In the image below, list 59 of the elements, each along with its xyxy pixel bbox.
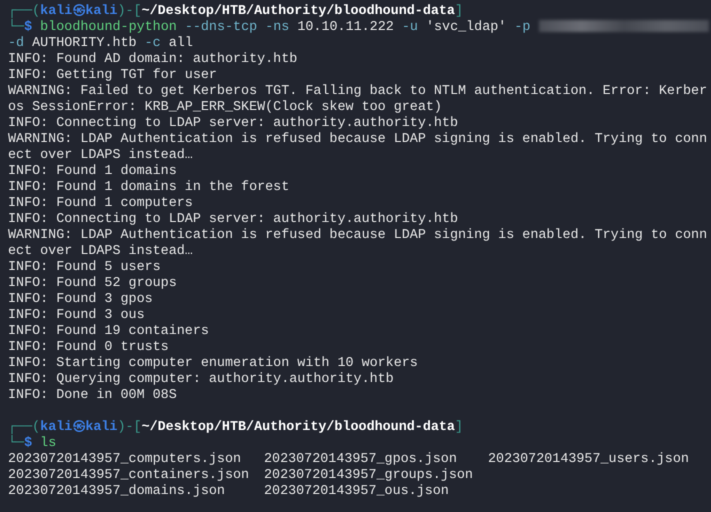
output-line: INFO: Found 1 domains in the forest (8, 180, 290, 196)
prompt-at-symbol: ㉿ (72, 420, 86, 435)
prompt-path: ~/Desktop/HTB/Authority/bloodhound-data (142, 4, 455, 19)
file-name: 20230720143957_groups.json (264, 468, 474, 484)
file-name: 20230720143957_computers.json (8, 452, 242, 468)
output-line: INFO: Found 52 groups (8, 276, 178, 292)
command-option: -c (144, 36, 161, 51)
output-line: INFO: Connecting to LDAP server: authority.authority.htb (8, 212, 459, 228)
prompt-frame: )-[ (117, 4, 142, 19)
command-argument: 10.10.11.222 (297, 20, 394, 35)
command-argument: all (168, 36, 193, 51)
prompt-frame: ] (454, 420, 464, 435)
output-line: INFO: Found 1 domains (8, 164, 178, 180)
output-line: WARNING: LDAP Authentication is refused because LDAP signing is enabled. Trying to conn (8, 132, 708, 148)
command-option: --dns-tcp (184, 20, 258, 35)
command-option: -ns (265, 20, 290, 35)
command-argument: 'svc_ldap' (426, 20, 506, 35)
prompt-host: kali (85, 4, 118, 19)
prompt-symbol: $ (24, 20, 32, 35)
command-option: -p (514, 20, 530, 35)
prompt-frame: )-[ (117, 420, 142, 435)
prompt-path: ~/Desktop/HTB/Authority/bloodhound-data (142, 420, 455, 435)
command-argument: AUTHORITY.htb (32, 36, 137, 51)
file-name: 20230720143957_users.json (488, 452, 690, 468)
output-line: INFO: Found 3 gpos (8, 292, 154, 308)
file-name: 20230720143957_domains.json (8, 484, 226, 500)
output-line: os SessionError: KRB_AP_ERR_SKEW(Clock skew too great) (8, 100, 443, 116)
prompt-frame: └─ (8, 436, 24, 451)
prompt-at-symbol: ㉿ (72, 4, 86, 19)
output-line: INFO: Found 5 users (8, 260, 162, 276)
output-line: INFO: Querying computer: authority.authority.htb (8, 372, 395, 388)
prompt-user: kali (40, 420, 72, 435)
output-line: INFO: Connecting to LDAP server: authority.authority.htb (8, 116, 459, 132)
output-line: INFO: Found 1 computers (8, 196, 194, 212)
file-name: 20230720143957_ous.json (264, 484, 450, 500)
command-name: ls (40, 436, 56, 451)
prompt-frame: ┌──( (8, 4, 40, 19)
output-line: INFO: Done in 00M 08S (8, 388, 178, 404)
prompt-frame: ┌──( (8, 420, 40, 435)
output-line: INFO: Found 19 containers (8, 324, 210, 340)
output-line: INFO: Found 0 trusts (8, 340, 170, 356)
output-line: ect over LDAPS instead… (8, 244, 194, 260)
command-name: bloodhound-python (40, 20, 177, 35)
prompt-symbol: $ (24, 436, 32, 451)
prompt-frame: └─ (8, 20, 24, 35)
command-option: -u (402, 20, 418, 35)
prompt-user: kali (40, 4, 72, 19)
file-name: 20230720143957_gpos.json (264, 452, 458, 468)
output-line: WARNING: Failed to get Kerberos TGT. Falling back to NTLM authentication. Error: Kerber (8, 84, 708, 100)
prompt-frame: ] (454, 4, 464, 19)
output-line: ect over LDAPS instead… (8, 148, 194, 164)
output-line: INFO: Found AD domain: authority.htb (8, 52, 298, 68)
output-line: WARNING: LDAP Authentication is refused because LDAP signing is enabled. Trying to conn (8, 228, 708, 244)
command-option: -d (8, 36, 24, 51)
prompt-host: kali (85, 420, 118, 435)
output-line: INFO: Found 3 ous (8, 308, 146, 324)
output-line: INFO: Starting computer enumeration with 10 workers (8, 356, 419, 372)
file-name: 20230720143957_containers.json (8, 468, 250, 484)
output-line: INFO: Getting TGT for user (8, 68, 218, 84)
